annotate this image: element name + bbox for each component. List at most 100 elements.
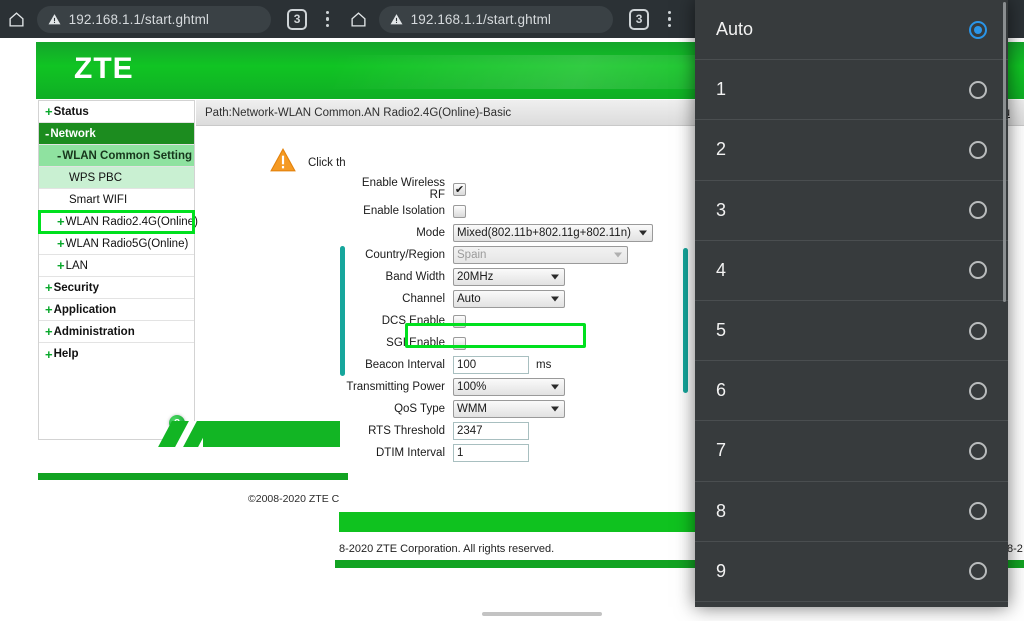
expand-plus-icon: + <box>57 214 65 229</box>
dropdown-option-3[interactable]: 3 <box>695 181 1008 241</box>
field-qos-type: QoS Type WMM <box>345 398 653 420</box>
address-bar-2[interactable]: 192.168.1.1/start.ghtml <box>378 5 613 33</box>
screen: 192.168.1.1/start.ghtml 3 192.168.1.1/st… <box>0 0 1024 621</box>
sidebar-item-label: Security <box>53 281 99 294</box>
field-label: Country/Region <box>365 249 445 261</box>
tab-counter[interactable]: 3 <box>286 8 308 30</box>
band-width-select[interactable]: 20MHz <box>453 268 565 286</box>
sidebar-item-administration[interactable]: + Administration <box>39 321 194 343</box>
sidebar-item-label: WLAN Common Setting <box>62 149 193 162</box>
field-label: Mode <box>416 227 445 239</box>
tab-counter-2[interactable]: 3 <box>628 8 650 30</box>
field-label: SGI Enable <box>386 337 445 349</box>
field-label: Channel <box>402 293 445 305</box>
dropdown-option-auto[interactable]: Auto <box>695 0 1008 61</box>
dtim-interval-input[interactable]: 1 <box>453 444 529 462</box>
gesture-nav-bar <box>482 612 602 616</box>
radio-selected-icon[interactable] <box>969 20 987 39</box>
chevron-down-icon <box>551 296 559 302</box>
mode-select[interactable]: Mixed(802.11b+802.11g+802.11n) <box>453 224 653 242</box>
sidebar-item-wlan-radio-24g[interactable]: + WLAN Radio2.4G(Online) <box>38 210 198 234</box>
qos-type-select[interactable]: WMM <box>453 400 565 418</box>
footer-copyright: 8-2020 ZTE Corporation. All rights reser… <box>339 543 555 555</box>
not-secure-warning-icon <box>48 13 61 26</box>
sgi-enable-checkbox[interactable] <box>453 336 466 350</box>
dropdown-option-5[interactable]: 5 <box>695 301 1008 362</box>
field-label: QoS Type <box>394 403 445 415</box>
sidebar-item-label: Administration <box>53 325 135 338</box>
home-icon-2[interactable] <box>342 11 375 28</box>
sidebar-item-wps-pbc[interactable]: WPS PBC <box>39 167 194 189</box>
sidebar-item-label: LAN <box>65 259 88 272</box>
field-dtim-interval: DTIM Interval 1 <box>345 442 653 464</box>
sidebar-item-smart-wifi[interactable]: Smart WIFI <box>39 189 194 211</box>
dropdown-option-9[interactable]: 9 <box>695 542 1008 602</box>
dropdown-option-8[interactable]: 8 <box>695 482 1008 542</box>
chevron-down-icon <box>614 252 622 258</box>
home-icon[interactable] <box>0 11 33 28</box>
chevron-down-icon <box>551 384 559 390</box>
sidebar-item-label: WLAN Radio2.4G(Online) <box>65 215 198 228</box>
dropdown-option-label: 9 <box>716 560 727 581</box>
radio-icon[interactable] <box>969 201 987 220</box>
country-region-select-value: Spain <box>457 249 487 261</box>
dropdown-option-4[interactable]: 4 <box>695 241 1008 301</box>
sidebar-item-help[interactable]: + Help <box>39 343 194 365</box>
overflow-menu-icon-2[interactable] <box>655 10 684 28</box>
radio-icon[interactable] <box>969 441 987 460</box>
sidebar-item-label: Help <box>53 348 79 360</box>
sidebar-item-wlan-common-setting[interactable]: - WLAN Common Setting <box>39 145 194 167</box>
expand-plus-icon: + <box>45 280 53 295</box>
address-bar[interactable]: 192.168.1.1/start.ghtml <box>36 5 271 33</box>
radio-icon[interactable] <box>969 502 987 521</box>
field-transmitting-power: Transmitting Power 100% <box>345 376 653 398</box>
radio-icon[interactable] <box>969 381 987 400</box>
field-label: Enable Isolation <box>363 205 445 217</box>
enable-wireless-rf-checkbox[interactable]: ✔ <box>453 182 466 196</box>
radio-icon[interactable] <box>969 80 987 99</box>
sidebar-item-label: Network <box>50 127 96 140</box>
scroll-indicator-right[interactable] <box>683 248 688 393</box>
dropdown-option-10[interactable]: 10 <box>695 602 1008 607</box>
sidebar-item-wlan-radio-5g[interactable]: + WLAN Radio5G(Online) <box>39 233 194 255</box>
dropdown-option-label: 3 <box>716 199 727 220</box>
sidebar-item-network[interactable]: - Network <box>39 123 194 145</box>
sidebar-item-security[interactable]: + Security <box>39 277 194 299</box>
warning-triangle-icon <box>270 148 296 177</box>
sidebar-item-label: Application <box>53 303 117 316</box>
field-dcs-enable: DCS Enable <box>345 310 653 332</box>
enable-isolation-checkbox[interactable] <box>453 204 466 218</box>
field-beacon-interval: Beacon Interval 100 ms <box>345 354 653 376</box>
field-channel: Channel Auto <box>345 288 653 310</box>
beacon-interval-input[interactable]: 100 <box>453 356 529 374</box>
sidebar-item-label: Status <box>53 105 89 118</box>
field-mode: Mode Mixed(802.11b+802.11g+802.11n) <box>345 222 653 244</box>
dropdown-option-2[interactable]: 2 <box>695 120 1008 181</box>
dropdown-scrollbar[interactable] <box>1003 2 1006 302</box>
rts-threshold-input[interactable]: 2347 <box>453 422 529 440</box>
field-band-width: Band Width 20MHz <box>345 266 653 288</box>
transmitting-power-select[interactable]: 100% <box>453 378 565 396</box>
dropdown-option-7[interactable]: 7 <box>695 421 1008 482</box>
footer-copyright-right: 8-2 <box>1007 543 1023 555</box>
band-width-select-value: 20MHz <box>457 271 494 283</box>
sidebar-item-status[interactable]: + Status <box>39 101 194 123</box>
dropdown-option-1[interactable]: 1 <box>695 60 1008 121</box>
radio-icon[interactable] <box>969 261 987 280</box>
breadcrumb: Path:Network-WLAN Common.AN Radio2.4G(On… <box>205 106 512 119</box>
channel-select[interactable]: Auto <box>453 290 565 308</box>
radio-icon[interactable] <box>969 562 987 581</box>
channel-dropdown-overlay[interactable]: Auto 1 2 3 4 5 6 7 8 9 <box>695 0 1008 607</box>
dropdown-option-label: 5 <box>716 320 727 341</box>
chevron-down-icon <box>551 274 559 280</box>
overflow-menu-icon[interactable] <box>313 10 342 28</box>
dropdown-option-label: 1 <box>716 79 727 100</box>
sidebar-item-label: Smart WIFI <box>69 193 128 206</box>
scroll-indicator-left[interactable] <box>340 246 345 376</box>
dropdown-option-6[interactable]: 6 <box>695 361 1008 422</box>
radio-icon[interactable] <box>969 321 987 340</box>
sidebar-item-application[interactable]: + Application <box>39 299 194 321</box>
sidebar-item-lan[interactable]: + LAN <box>39 255 194 277</box>
dcs-enable-checkbox[interactable] <box>453 314 466 328</box>
radio-icon[interactable] <box>969 140 987 159</box>
